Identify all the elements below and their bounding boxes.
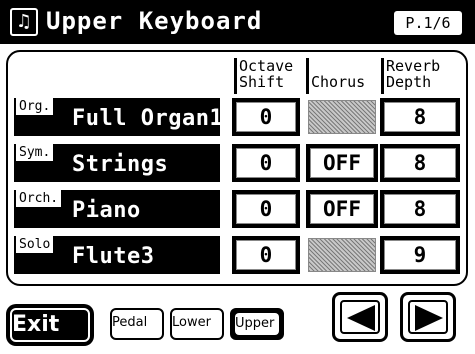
triangle-left-icon — [347, 305, 375, 331]
reverb-depth-button[interactable]: 9 — [380, 236, 460, 274]
upper-keyboard-button[interactable]: Upper — [230, 308, 284, 340]
exit-button-label: Exit — [10, 308, 90, 342]
chorus-value: OFF — [310, 194, 374, 224]
part-tone-name: Flute3 — [72, 244, 155, 269]
column-header-reverb-line1: Reverb — [386, 57, 441, 75]
octave-shift-value: 0 — [236, 148, 296, 178]
octave-shift-button[interactable]: 0 — [232, 144, 300, 182]
upper-label: Upper — [235, 313, 279, 335]
column-header-octave-shift: Octave Shift — [239, 58, 293, 90]
reverb-depth-value: 8 — [384, 148, 456, 178]
octave-shift-value: 0 — [236, 102, 296, 132]
reverb-depth-button[interactable]: 8 — [380, 144, 460, 182]
column-header-octave-line2: Shift — [239, 73, 285, 91]
next-page-button[interactable] — [400, 292, 456, 342]
triangle-right-icon — [415, 305, 443, 331]
reverb-depth-button[interactable]: 8 — [380, 190, 460, 228]
exit-button[interactable]: Exit — [6, 304, 94, 346]
column-divider — [381, 58, 384, 94]
chorus-disabled — [308, 238, 376, 272]
octave-shift-value: 0 — [236, 194, 296, 224]
reverb-depth-value: 8 — [384, 102, 456, 132]
octave-shift-button[interactable]: 0 — [232, 190, 300, 228]
previous-frame — [340, 300, 380, 334]
column-divider — [234, 58, 237, 94]
reverb-depth-value: 8 — [384, 194, 456, 224]
lower-keyboard-button[interactable]: Lower — [170, 308, 224, 340]
pedal-label: Pedal — [112, 315, 148, 330]
lower-label: Lower — [172, 315, 211, 330]
music-note-icon: ♫ — [10, 8, 38, 36]
page-indicator: P.1/6 — [394, 11, 462, 35]
next-frame — [408, 300, 448, 334]
column-divider — [306, 58, 309, 94]
part-tag: Solo — [16, 236, 54, 253]
chorus-button[interactable]: OFF — [306, 144, 378, 182]
pedal-keyboard-button[interactable]: Pedal — [110, 308, 164, 340]
chorus-value: OFF — [310, 148, 374, 178]
part-tag: Orch. — [16, 190, 62, 207]
column-header-reverb-depth: Reverb Depth — [386, 58, 440, 90]
column-header-reverb-line2: Depth — [386, 73, 432, 91]
chorus-button[interactable]: OFF — [306, 190, 378, 228]
page-title: Upper Keyboard — [46, 7, 263, 35]
part-tone-name: Full Organ1 — [72, 106, 224, 131]
part-tag: Sym. — [16, 144, 54, 161]
column-header-octave-line1: Octave — [239, 57, 294, 75]
previous-page-button[interactable] — [332, 292, 388, 342]
octave-shift-value: 0 — [236, 240, 296, 270]
reverb-depth-value: 9 — [384, 240, 456, 270]
part-tone-name: Piano — [72, 198, 141, 223]
octave-shift-button[interactable]: 0 — [232, 236, 300, 274]
chorus-disabled — [308, 100, 376, 134]
part-tone-name: Strings — [72, 152, 169, 177]
reverb-depth-button[interactable]: 8 — [380, 98, 460, 136]
part-tag: Org. — [16, 98, 54, 115]
column-header-chorus: Chorus — [311, 73, 366, 91]
octave-shift-button[interactable]: 0 — [232, 98, 300, 136]
